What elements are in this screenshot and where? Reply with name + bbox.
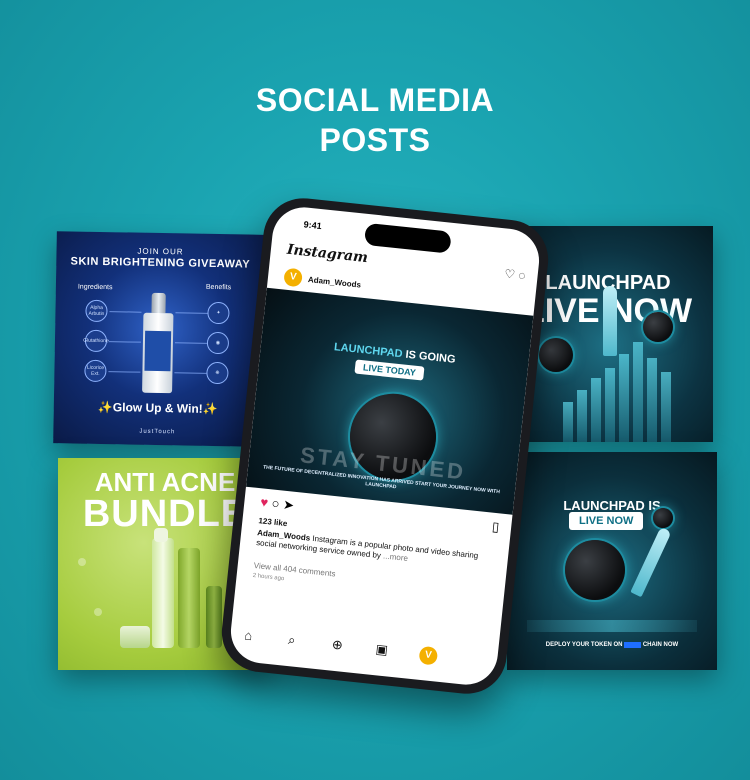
post-pill: LIVE TODAY bbox=[354, 359, 425, 381]
benefits-label: Benefits bbox=[205, 283, 232, 292]
bottom-nav: ⌂ ⌕ ⊕ ▣ V bbox=[243, 627, 484, 672]
connector-line bbox=[174, 342, 207, 344]
chart-bar bbox=[563, 402, 573, 442]
face-wash-bottle bbox=[152, 538, 174, 648]
lp2-line-1: LAUNCHPAD IS bbox=[563, 498, 661, 513]
decor-bubble bbox=[94, 608, 102, 616]
serum-bottle bbox=[178, 548, 200, 648]
connector-line bbox=[108, 341, 141, 343]
messenger-icon[interactable]: ◌ bbox=[518, 268, 527, 283]
post-username[interactable]: Adam_Woods bbox=[308, 275, 362, 290]
token-coin bbox=[565, 540, 625, 600]
token-coin bbox=[653, 508, 673, 528]
chart-bar bbox=[633, 342, 643, 442]
connector-line bbox=[108, 371, 141, 373]
ingredient-bubble: Alpha Arbutin bbox=[85, 299, 108, 323]
post-headline-b: IS GOING bbox=[401, 348, 457, 366]
chart-bar bbox=[647, 358, 657, 442]
phone-mockup: 9:41 Instagram ♡ ◌ V Adam_Woods LAUNCHPA… bbox=[217, 194, 553, 698]
pump-cap bbox=[154, 528, 168, 542]
ingredient-bubble: Licorice Ext. bbox=[84, 359, 107, 383]
connector-line bbox=[109, 311, 142, 313]
serum-bottle-image bbox=[140, 292, 176, 394]
bookmark-icon[interactable]: ▯ bbox=[491, 519, 500, 536]
caption-more[interactable]: ...more bbox=[383, 551, 409, 563]
ingredient-bubble: Glutathione bbox=[83, 329, 109, 353]
title-line-1: SOCIAL MEDIA bbox=[255, 82, 495, 118]
ingredients-label: Ingredients bbox=[77, 283, 113, 292]
connector-line bbox=[175, 312, 208, 314]
share-icon[interactable]: ➤ bbox=[282, 497, 294, 513]
add-post-icon[interactable]: ⊕ bbox=[331, 637, 343, 654]
home-icon[interactable]: ⌂ bbox=[244, 627, 253, 643]
instagram-logo: Instagram bbox=[286, 241, 369, 267]
search-icon[interactable]: ⌕ bbox=[287, 632, 296, 649]
chart-bar bbox=[591, 378, 601, 442]
rocket-icon bbox=[603, 286, 617, 356]
launchpad-is-live-card: LAUNCHPAD IS LIVE NOW DEPLOY YOUR TOKEN … bbox=[507, 452, 717, 670]
phone-screen: 9:41 Instagram ♡ ◌ V Adam_Woods LAUNCHPA… bbox=[227, 204, 543, 688]
platform-glow bbox=[527, 620, 697, 632]
skin-cta: ✨Glow Up & Win!✨ bbox=[97, 399, 218, 417]
like-icon[interactable]: ♥ bbox=[260, 494, 269, 510]
post-headline-a: LAUNCHPAD bbox=[333, 341, 404, 361]
decor-bubble bbox=[78, 558, 86, 566]
title-line-2: POSTS bbox=[319, 122, 431, 158]
post-image[interactable]: LAUNCHPAD IS GOING LIVE TODAY STAY TUNED… bbox=[245, 287, 534, 515]
likes-count: 123 like bbox=[258, 516, 288, 529]
profile-avatar[interactable]: V bbox=[418, 645, 439, 666]
header-icons: ♡ ◌ bbox=[504, 267, 527, 283]
chart-bar bbox=[661, 372, 671, 442]
skin-giveaway-card: JOIN OUR SKIN BRIGHTENING GIVEAWAY Ingre… bbox=[53, 231, 265, 447]
post-time-ago: 2 hours ago bbox=[252, 572, 285, 583]
skin-header-main: SKIN BRIGHTENING GIVEAWAY bbox=[70, 255, 251, 271]
chart-bar bbox=[577, 390, 587, 442]
benefit-icon: ❋ bbox=[206, 361, 229, 385]
benefit-icon: ✦ bbox=[207, 301, 230, 325]
status-time: 9:41 bbox=[303, 219, 323, 232]
chain-name-box bbox=[624, 642, 642, 648]
token-coin bbox=[539, 338, 573, 372]
lp2-footer-suffix: CHAIN NOW bbox=[642, 642, 679, 648]
reels-icon[interactable]: ▣ bbox=[375, 641, 389, 658]
avatar[interactable]: V bbox=[283, 267, 304, 288]
connector-line bbox=[174, 372, 207, 374]
lp2-pill: LIVE NOW bbox=[569, 512, 644, 530]
chart-bar bbox=[619, 354, 629, 442]
dropper-bottle bbox=[206, 586, 222, 648]
skin-brand-logo: JustTouch bbox=[139, 428, 176, 436]
benefit-icon: ◉ bbox=[206, 331, 230, 355]
chart-bar bbox=[605, 368, 615, 442]
lp2-footer-prefix: DEPLOY YOUR TOKEN ON bbox=[545, 642, 623, 648]
comment-icon[interactable]: ○ bbox=[271, 496, 280, 512]
token-coin bbox=[643, 312, 673, 342]
dynamic-island bbox=[363, 222, 452, 254]
page-title: SOCIAL MEDIA POSTS bbox=[0, 80, 750, 160]
heart-icon[interactable]: ♡ bbox=[504, 267, 516, 282]
lp2-footer: DEPLOY YOUR TOKEN ON CHAIN NOW bbox=[507, 642, 717, 648]
cream-jar bbox=[120, 626, 150, 648]
rocket-icon bbox=[630, 526, 672, 598]
